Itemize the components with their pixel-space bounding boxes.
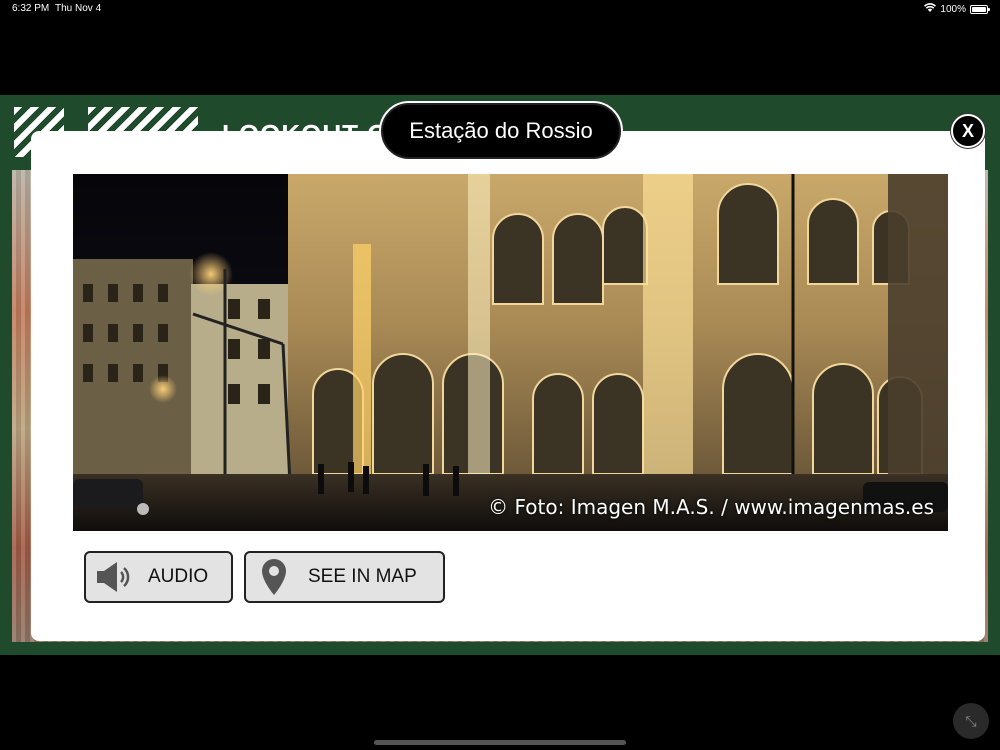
location-photo: © Foto: Imagen M.A.S. / www.imagenmas.es: [73, 174, 948, 531]
modal-title: Estação do Rossio: [409, 118, 593, 143]
minimize-icon[interactable]: ⤡: [953, 703, 989, 739]
speaker-icon: [94, 557, 134, 597]
wifi-icon: [924, 3, 937, 15]
status-date: Thu Nov 4: [55, 3, 102, 14]
see-in-map-label: SEE IN MAP: [308, 566, 417, 587]
status-bar: 6:32 PM Thu Nov 4 100%: [0, 0, 1000, 18]
close-button[interactable]: X: [951, 114, 985, 148]
see-in-map-button[interactable]: SEE IN MAP: [244, 551, 445, 603]
photo-credit: © Foto: Imagen M.A.S. / www.imagenmas.es: [488, 495, 934, 519]
map-pin-icon: [254, 557, 294, 597]
home-indicator[interactable]: [374, 740, 626, 745]
status-time: 6:32 PM: [12, 3, 50, 14]
battery-icon: [970, 4, 990, 14]
audio-button[interactable]: AUDIO: [84, 551, 233, 603]
close-icon: X: [961, 120, 974, 141]
status-right: 100%: [924, 3, 990, 15]
battery-percent: 100%: [940, 3, 966, 15]
audio-button-label: AUDIO: [148, 566, 209, 587]
station-photo-image: [73, 174, 948, 531]
modal-title-pill: Estação do Rossio: [379, 101, 623, 161]
